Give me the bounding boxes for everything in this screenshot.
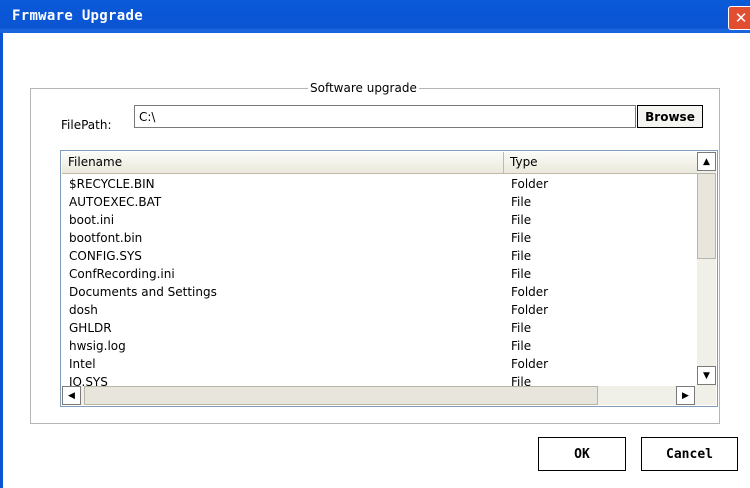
type-cell: Folder <box>511 177 549 191</box>
vertical-scroll-thumb[interactable] <box>697 173 716 259</box>
filename-cell: dosh <box>69 303 98 317</box>
filepath-input[interactable] <box>134 105 636 128</box>
horizontal-scrollbar[interactable]: ◀ ▶ <box>62 386 716 405</box>
filename-cell: Documents and Settings <box>69 285 217 299</box>
ok-button[interactable]: OK <box>538 437 626 471</box>
horizontal-scroll-thumb[interactable] <box>84 386 598 405</box>
filename-cell: GHLDR <box>69 321 112 335</box>
group-title: Software upgrade <box>308 81 419 95</box>
type-cell: File <box>511 321 532 335</box>
vertical-scrollbar[interactable]: ▲ ▼ <box>697 152 716 387</box>
arrow-down-icon: ▼ <box>703 370 710 381</box>
close-button[interactable]: ✕ <box>728 6 750 30</box>
table-row[interactable]: $RECYCLE.BIN Folder <box>62 176 698 194</box>
table-row[interactable]: IO.SYS File <box>62 374 698 386</box>
table-row[interactable]: Intel Folder <box>62 356 698 374</box>
window-left-border <box>0 33 3 488</box>
cancel-button[interactable]: Cancel <box>641 437 738 471</box>
filename-cell: $RECYCLE.BIN <box>69 177 155 191</box>
list-header: Filename Type <box>62 152 698 174</box>
filepath-label: FilePath: <box>61 118 112 132</box>
filename-cell: boot.ini <box>69 213 115 227</box>
arrow-right-icon: ▶ <box>682 390 689 401</box>
browse-button[interactable]: Browse <box>637 105 703 128</box>
filename-cell: IO.SYS <box>69 375 108 386</box>
table-row[interactable]: ConfRecording.ini File <box>62 266 698 284</box>
table-row[interactable]: AUTOEXEC.BAT File <box>62 194 698 212</box>
type-cell: File <box>511 375 532 386</box>
table-row[interactable]: bootfont.bin File <box>62 230 698 248</box>
arrow-up-icon: ▲ <box>703 156 710 167</box>
type-cell: File <box>511 249 532 263</box>
filename-cell: bootfont.bin <box>69 231 143 245</box>
type-cell: Folder <box>511 285 549 299</box>
table-row[interactable]: Documents and Settings Folder <box>62 284 698 302</box>
table-row[interactable]: CONFIG.SYS File <box>62 248 698 266</box>
filename-cell: Intel <box>69 357 96 371</box>
title-bar: Frmware Upgrade <box>0 0 750 70</box>
table-row[interactable]: GHLDR File <box>62 320 698 338</box>
list-rows: $RECYCLE.BIN Folder AUTOEXEC.BAT File boot.i… <box>62 176 698 386</box>
type-cell: Folder <box>511 303 549 317</box>
type-cell: File <box>511 267 532 281</box>
type-cell: File <box>511 195 532 209</box>
scroll-right-button[interactable]: ▶ <box>676 386 695 405</box>
table-row[interactable]: dosh Folder <box>62 302 698 320</box>
filename-cell: AUTOEXEC.BAT <box>69 195 162 209</box>
scroll-up-button[interactable]: ▲ <box>697 152 716 171</box>
type-cell: Folder <box>511 357 549 371</box>
type-cell: File <box>511 213 532 227</box>
filename-cell: CONFIG.SYS <box>69 249 142 263</box>
close-icon: ✕ <box>734 9 748 27</box>
scroll-left-button[interactable]: ◀ <box>62 386 81 405</box>
column-header-filename[interactable]: Filename <box>62 152 504 173</box>
table-row[interactable]: hwsig.log File <box>62 338 698 356</box>
arrow-left-icon: ◀ <box>68 390 75 401</box>
filename-cell: hwsig.log <box>69 339 126 353</box>
scroll-down-button[interactable]: ▼ <box>697 366 716 385</box>
table-row[interactable]: boot.ini File <box>62 212 698 230</box>
type-cell: File <box>511 231 532 245</box>
filename-cell: ConfRecording.ini <box>69 267 175 281</box>
column-header-type[interactable]: Type <box>504 152 698 173</box>
type-cell: File <box>511 339 532 353</box>
window-title: Frmware Upgrade <box>12 8 143 24</box>
file-list[interactable]: Filename Type $RECYCLE.BIN Folder AUTOEXEC… <box>60 150 718 407</box>
